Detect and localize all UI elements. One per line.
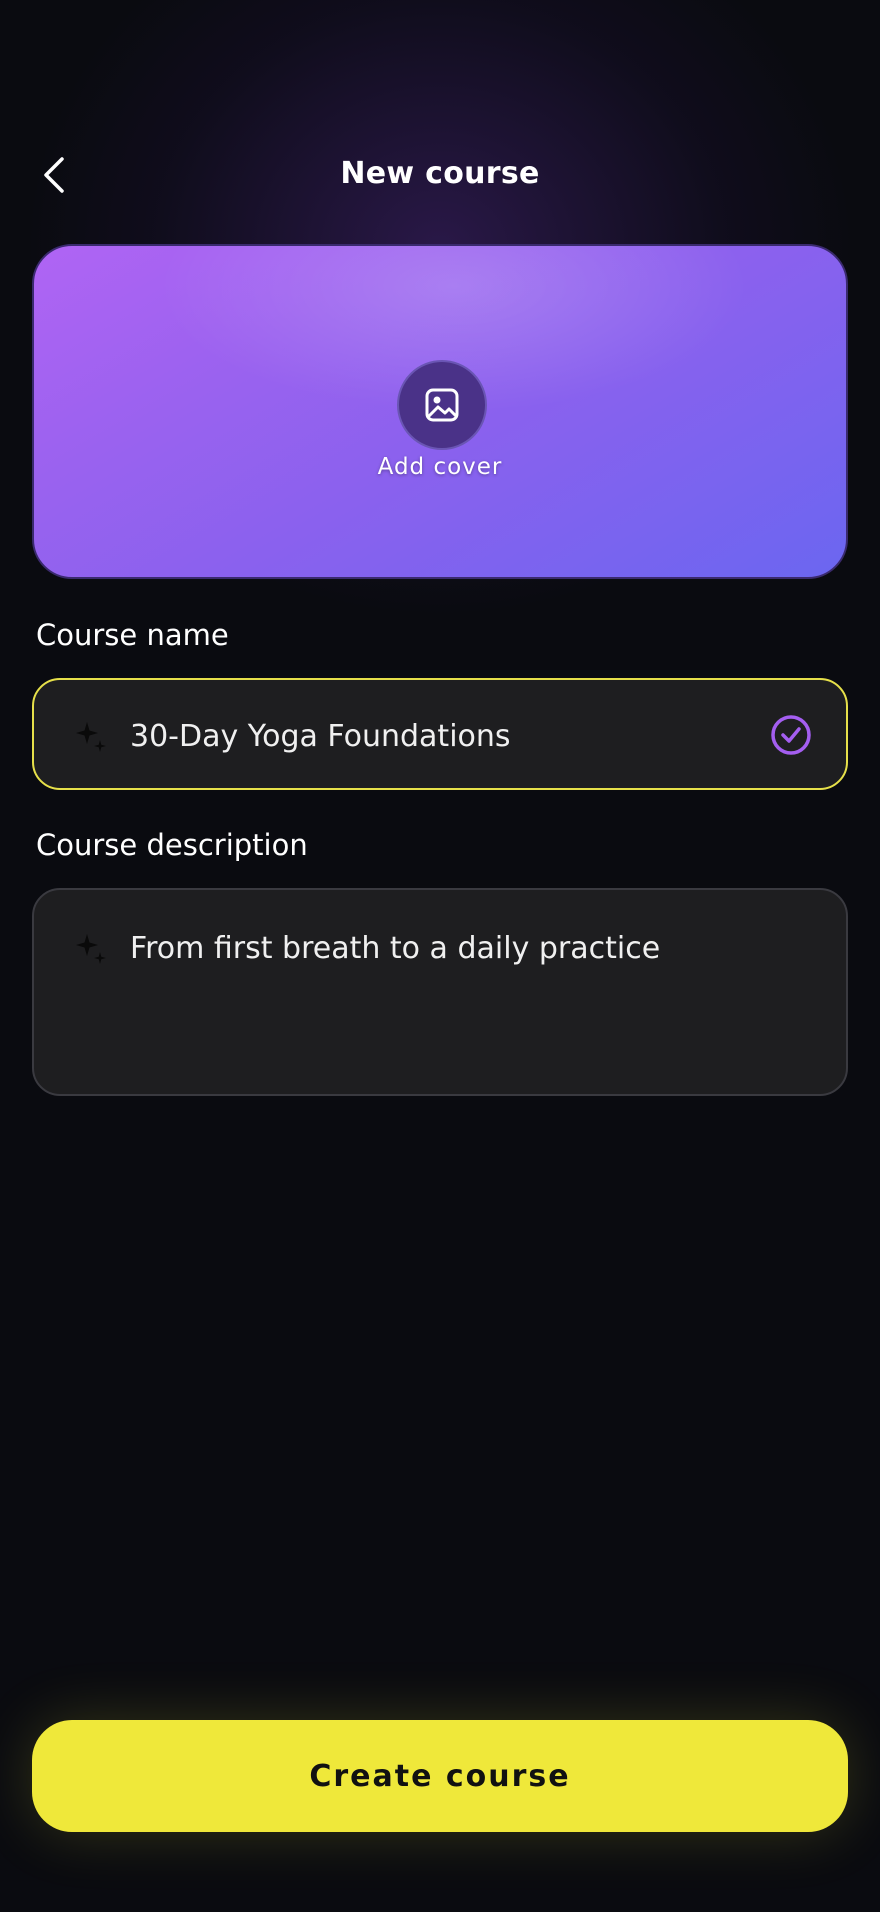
page-title: New course: [340, 156, 540, 191]
course-name-label: Course name: [36, 618, 229, 652]
image-icon: [425, 388, 459, 422]
create-course-label: Create course: [309, 1758, 571, 1794]
course-name-value: 30-Day Yoga Foundations: [130, 719, 511, 754]
sparkle-icon: [76, 722, 106, 752]
course-description-value: From first breath to a daily practice: [130, 931, 661, 966]
check-circle-icon: [771, 715, 811, 755]
sparkle-icon: [76, 934, 106, 964]
add-cover-button[interactable]: Add cover: [32, 244, 848, 579]
course-name-input[interactable]: 30-Day Yoga Foundations: [32, 678, 848, 790]
cover-icon-circle[interactable]: [397, 360, 487, 450]
course-description-label: Course description: [36, 828, 308, 862]
create-course-button[interactable]: Create course: [32, 1720, 848, 1832]
new-course-screen: New course Add cover Course name 30-Day …: [0, 0, 880, 1912]
add-cover-label: Add cover: [377, 454, 503, 480]
course-description-input[interactable]: From first breath to a daily practice: [32, 888, 848, 1096]
header: New course: [0, 140, 880, 210]
